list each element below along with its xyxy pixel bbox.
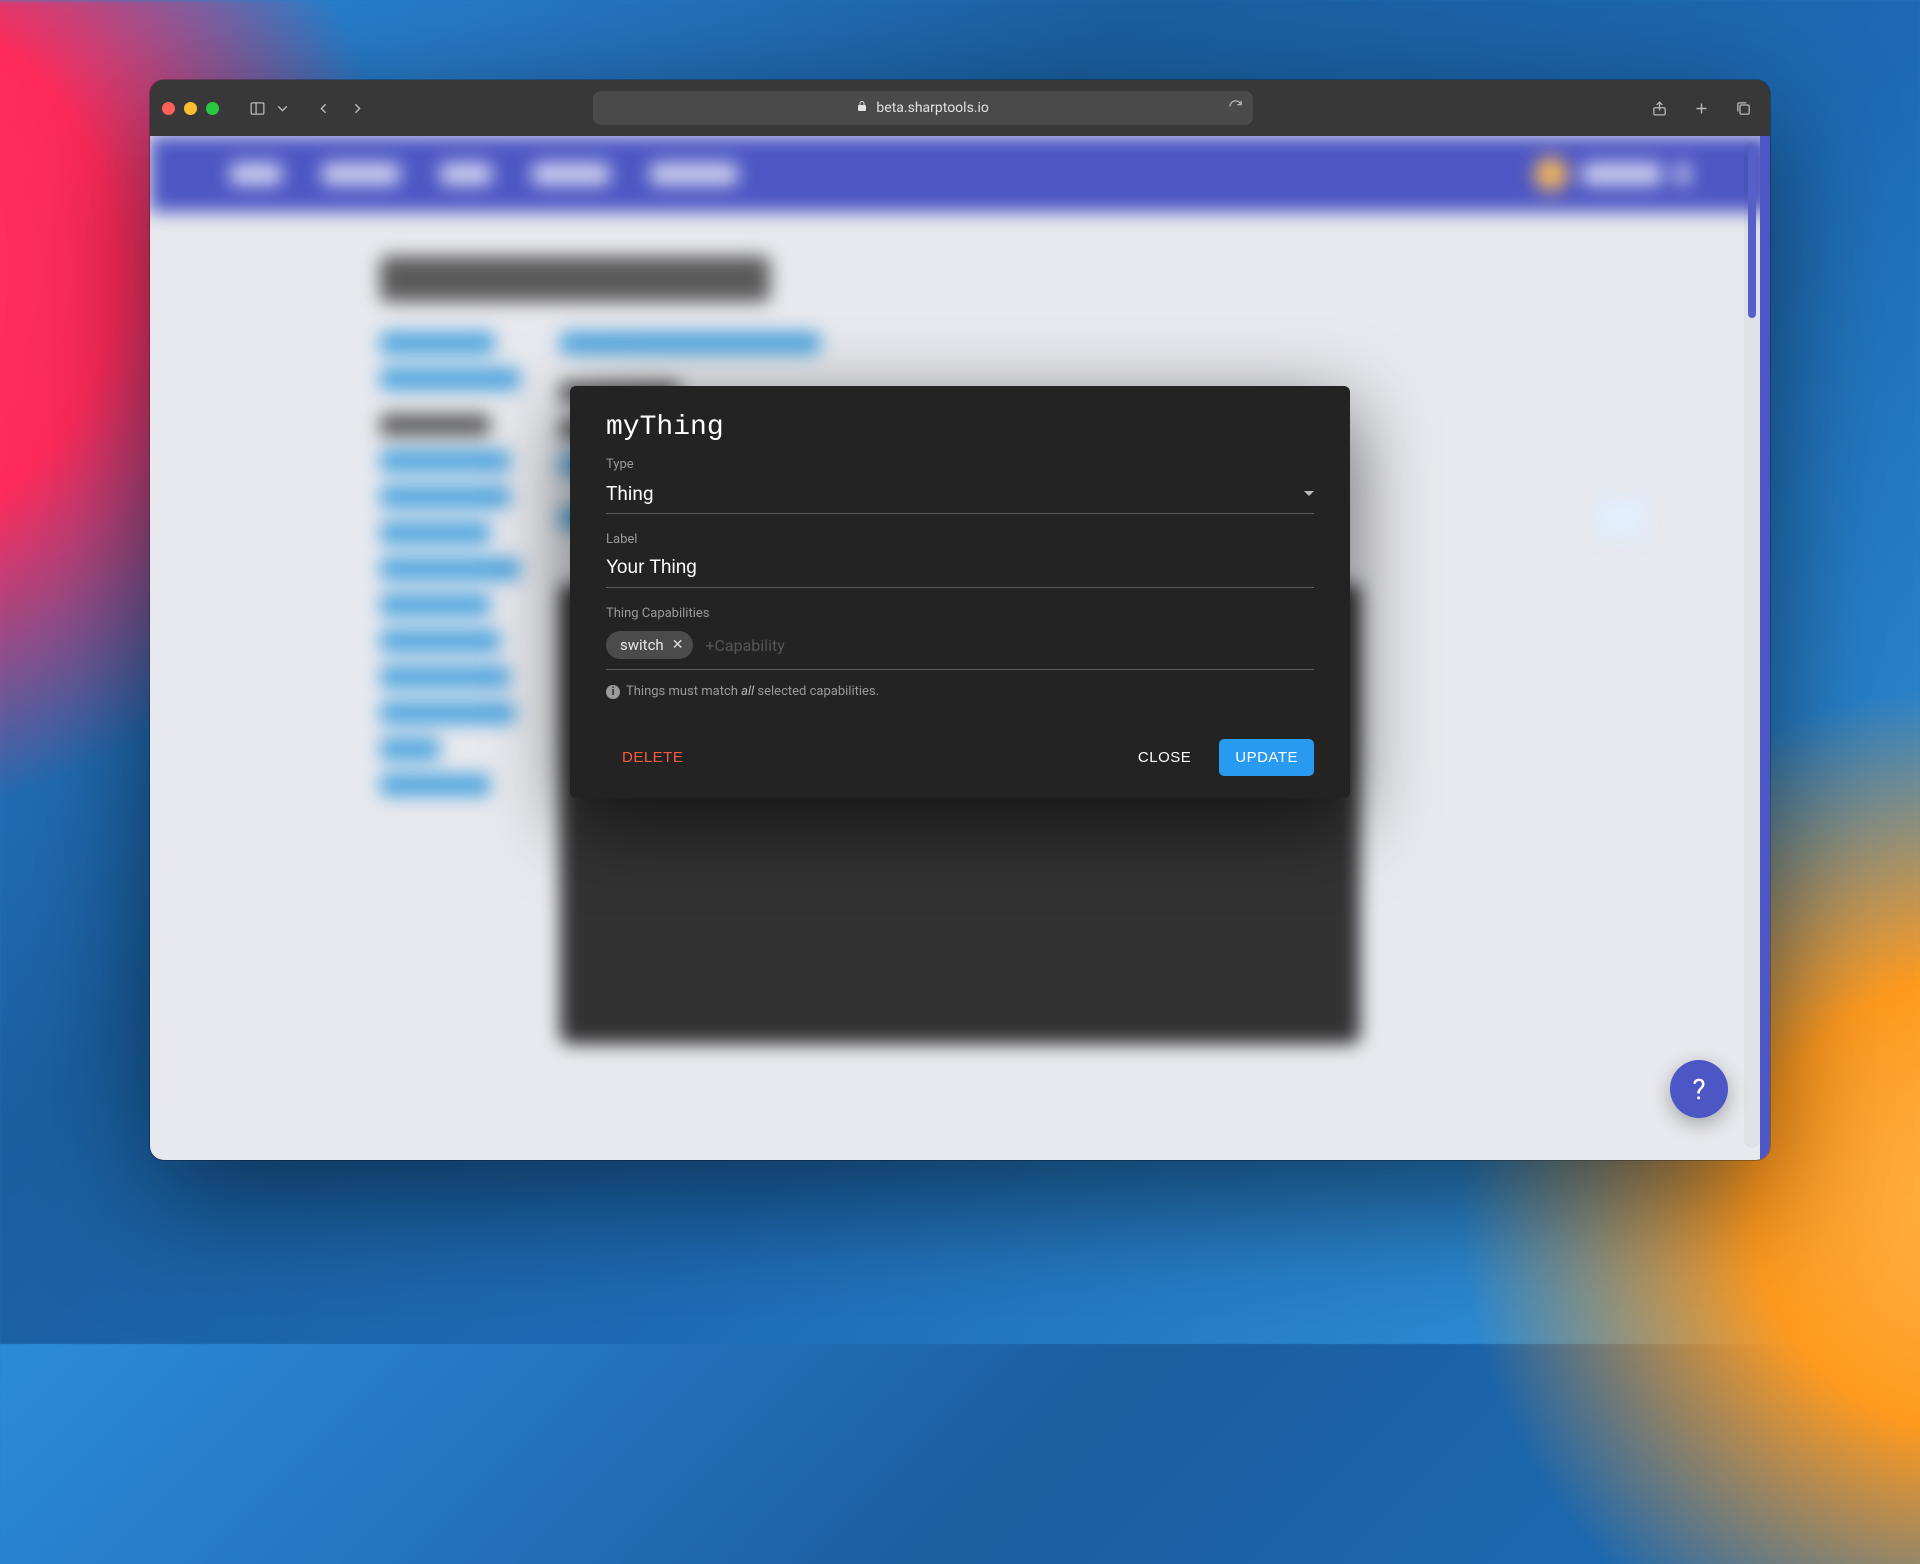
address-bar[interactable]: beta.sharptools.io	[593, 91, 1253, 125]
capability-chip: switch ✕	[606, 631, 693, 659]
capabilities-label: Thing Capabilities	[606, 606, 1314, 621]
page-viewport: myThing Type Thing Label Thing Capabilit…	[150, 136, 1770, 1160]
caret-down-icon	[1304, 491, 1314, 496]
lock-icon	[856, 99, 868, 117]
help-icon: ?	[1692, 1073, 1705, 1106]
fullscreen-window-button[interactable]	[206, 102, 219, 115]
reload-button[interactable]	[1228, 99, 1243, 118]
label-field-label: Label	[606, 532, 1314, 547]
help-fab[interactable]: ?	[1670, 1060, 1728, 1118]
capabilities-input[interactable]: switch ✕ +Capability	[606, 625, 1314, 670]
type-value: Thing	[606, 482, 654, 505]
capability-placeholder: +Capability	[705, 636, 784, 655]
share-button[interactable]	[1646, 94, 1674, 122]
capabilities-hint: i Things must match all selected capabil…	[606, 684, 1314, 699]
minimize-window-button[interactable]	[184, 102, 197, 115]
sidebar-dropdown-button[interactable]	[273, 94, 291, 122]
close-button[interactable]: Close	[1122, 739, 1207, 776]
remove-chip-icon[interactable]: ✕	[672, 637, 684, 653]
edit-thing-modal: myThing Type Thing Label Thing Capabilit…	[570, 386, 1350, 798]
chip-text: switch	[620, 636, 664, 654]
window-controls	[162, 102, 219, 115]
label-input[interactable]	[606, 557, 1314, 579]
info-icon: i	[606, 685, 620, 699]
page-scrollbar[interactable]	[1744, 142, 1760, 1148]
type-field-label: Type	[606, 457, 1314, 472]
update-button[interactable]: Update	[1219, 739, 1314, 776]
url-text: beta.sharptools.io	[876, 100, 988, 116]
browser-window: beta.sharptools.io	[150, 80, 1770, 1160]
browser-toolbar: beta.sharptools.io	[150, 80, 1770, 136]
delete-button[interactable]: Delete	[606, 739, 699, 776]
tab-overview-button[interactable]	[1730, 94, 1758, 122]
modal-title: myThing	[606, 412, 1314, 443]
forward-button[interactable]	[343, 94, 371, 122]
sidebar-toggle-button[interactable]	[243, 94, 271, 122]
new-tab-button[interactable]	[1688, 94, 1716, 122]
back-button[interactable]	[309, 94, 337, 122]
close-window-button[interactable]	[162, 102, 175, 115]
type-select[interactable]: Thing	[606, 476, 1314, 514]
